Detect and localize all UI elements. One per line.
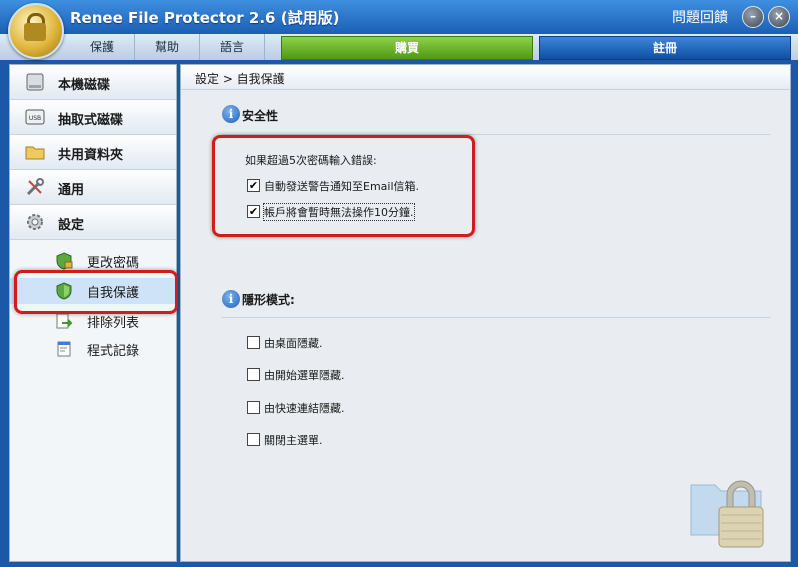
decorative-lock-folder-icon [690, 480, 764, 548]
feedback-link[interactable]: 問題回饋 [672, 7, 728, 27]
log-icon [57, 341, 71, 357]
shield-lock-icon [56, 252, 73, 270]
sidebar-item-label: 抽取式磁碟 [58, 113, 124, 128]
sidebar-item-local-disk[interactable]: 本機磁碟 [10, 65, 176, 100]
info-icon: i [222, 105, 240, 123]
sidebar-item-label: 共用資料夾 [58, 148, 124, 163]
sidebar-item-label: 本機磁碟 [58, 78, 111, 93]
sidebar-item-shared-folder[interactable]: 共用資料夾 [10, 135, 176, 170]
app-logo-icon [8, 3, 64, 59]
minimize-button[interactable]: – [742, 6, 764, 28]
buy-button[interactable]: 購買 [281, 36, 533, 60]
sidebar-subitem-label: 更改密碼 [87, 256, 140, 271]
sidebar-subitem-label: 程式記錄 [87, 344, 140, 359]
option-hide-desktop-label: 由桌面隱藏. [264, 337, 323, 350]
breadcrumb: 設定 > 自我保護 [181, 65, 790, 90]
sidebar-item-removable-disk[interactable]: USB 抽取式磁碟 [10, 100, 176, 135]
breadcrumb-text: 設定 > 自我保護 [195, 72, 285, 86]
close-button[interactable]: × [768, 6, 790, 28]
register-button[interactable]: 註冊 [539, 36, 791, 60]
highlight-box-self-protection [14, 270, 178, 314]
security-section-title: 安全性 [242, 109, 279, 123]
tools-icon [26, 178, 44, 196]
highlight-box-security-options [212, 135, 475, 237]
checkbox-close-main-menu[interactable] [247, 433, 260, 446]
checkbox-hide-quick-launch[interactable] [247, 401, 260, 414]
usb-drive-icon: USB [25, 109, 45, 125]
option-hide-quick-launch-label: 由快速連結隱藏. [264, 402, 345, 415]
stealth-section-title: 隱形模式: [242, 293, 295, 307]
option-hide-start-menu-label: 由開始選單隱藏. [264, 369, 345, 382]
checkbox-hide-start-menu[interactable] [247, 368, 260, 381]
sidebar-item-general[interactable]: 通用 [10, 170, 176, 205]
menu-protect[interactable]: 保護 [70, 34, 135, 60]
shared-folder-icon [25, 146, 45, 160]
gear-icon [27, 214, 43, 230]
sidebar-subitem-program-log[interactable]: 程式記錄 [10, 336, 176, 362]
stealth-divider [222, 317, 770, 318]
checkbox-hide-desktop[interactable] [247, 336, 260, 349]
app-title: Renee File Protector 2.6 (試用版) [70, 9, 340, 27]
sidebar-item-settings[interactable]: 設定 [10, 205, 176, 240]
option-close-main-menu-label: 關閉主選單. [264, 434, 323, 447]
menu-language[interactable]: 語言 [200, 34, 265, 60]
menu-help[interactable]: 幫助 [135, 34, 200, 60]
title-bar: Renee File Protector 2.6 (試用版) 問題回饋 – × [0, 0, 798, 34]
exclude-arrow-icon [56, 313, 73, 329]
hard-disk-icon [26, 73, 44, 91]
sidebar-item-label: 通用 [58, 183, 85, 198]
sidebar-subitem-label: 排除列表 [87, 316, 140, 331]
logo-lock-body [24, 23, 46, 41]
sidebar-item-label: 設定 [58, 218, 85, 233]
svg-text:USB: USB [29, 115, 41, 122]
info-icon: i [222, 290, 240, 308]
